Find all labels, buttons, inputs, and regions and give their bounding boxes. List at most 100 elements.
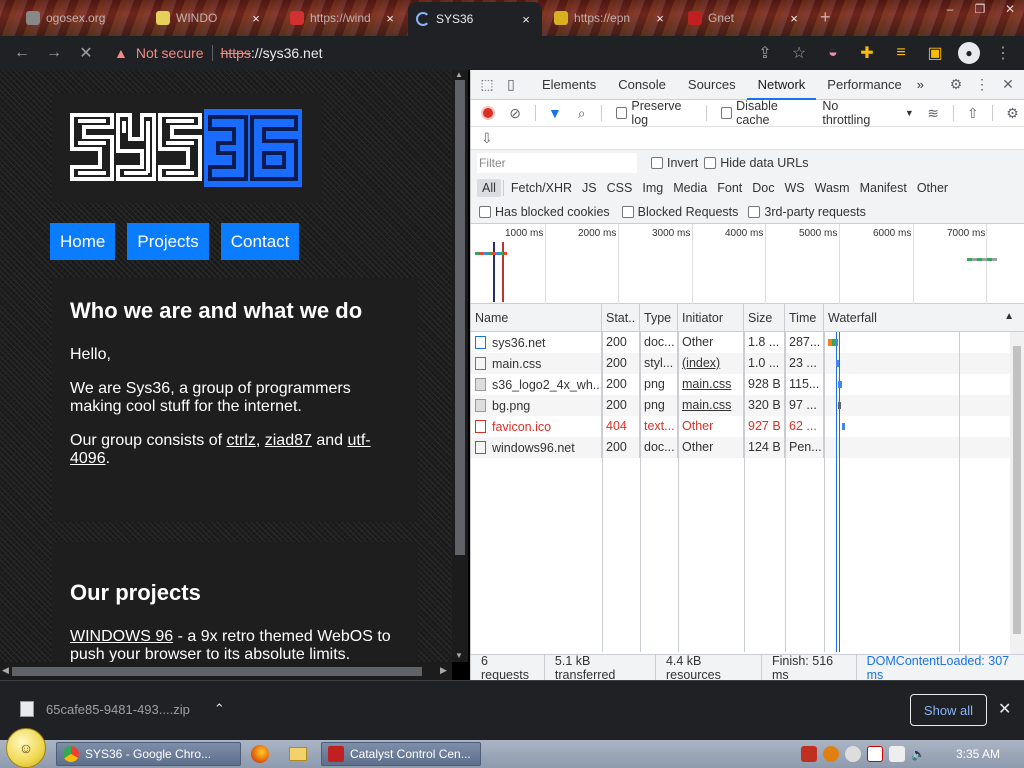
type-filter-ws[interactable]: WS [779, 179, 809, 197]
browser-menu-icon[interactable]: ⋮ [988, 39, 1018, 67]
cell-initiator-link[interactable]: (index) [678, 353, 744, 374]
member-link-ctrlz[interactable]: ctrlz [227, 432, 256, 449]
tray-search-icon[interactable] [823, 746, 840, 762]
settings-gear-icon[interactable]: ⚙ [944, 73, 968, 97]
filter-input[interactable]: Filter [477, 153, 637, 173]
type-filter-doc[interactable]: Doc [747, 179, 779, 197]
network-conditions-wifi-icon[interactable]: ≋ [922, 101, 945, 125]
tray-volume-icon[interactable]: 🔈 [911, 747, 926, 761]
tab-close-icon[interactable]: × [248, 11, 264, 26]
tab-close-icon[interactable]: × [382, 11, 398, 26]
page-vertical-scrollbar[interactable]: ▲ ▼ [452, 70, 468, 662]
project-link-windows96[interactable]: WINDOWS 96 [70, 628, 173, 645]
chevron-up-icon[interactable]: ⌃ [214, 701, 225, 717]
table-row[interactable]: sys36.net 200 doc... Other 1.8 ... 287..… [471, 332, 1024, 353]
bookmark-star-icon[interactable]: ☆ [784, 39, 814, 67]
browser-tab[interactable]: https://wind × [282, 4, 406, 32]
browser-tab[interactable]: ogosex.org [18, 4, 136, 32]
tray-network-icon[interactable] [889, 746, 906, 762]
nav-projects-button[interactable]: Projects [127, 223, 209, 260]
profile-avatar[interactable]: ● [954, 39, 984, 67]
new-tab-button[interactable]: + [820, 7, 831, 28]
column-header-size[interactable]: Size [744, 304, 785, 331]
table-row[interactable]: main.css 200 styl... (index) 1.0 ... 23 … [471, 353, 1024, 374]
taskbar-firefox[interactable] [241, 742, 279, 766]
media-control-icon[interactable]: ≡ [886, 39, 916, 67]
table-row[interactable]: bg.png 200 png main.css 320 B 97 ... [471, 395, 1024, 416]
hide-data-urls-checkbox[interactable]: Hide data URLs [704, 156, 809, 170]
devtools-tab-network[interactable]: Network [746, 70, 817, 100]
devtools-tab-console[interactable]: Console [607, 70, 677, 100]
devtools-tab-sources[interactable]: Sources [677, 70, 747, 100]
type-filter-font[interactable]: Font [712, 179, 747, 197]
table-row[interactable]: windows96.net 200 doc... Other 124 B Pen… [471, 437, 1024, 458]
scroll-up-icon[interactable]: ▲ [455, 70, 463, 79]
preserve-log-checkbox[interactable]: Preserve log [615, 99, 698, 127]
devtools-more-tabs-button[interactable]: » [913, 70, 928, 100]
column-header-initiator[interactable]: Initiator [678, 304, 744, 331]
cell-initiator-link[interactable]: main.css [678, 395, 744, 416]
window-close-icon[interactable]: ✕ [996, 0, 1024, 18]
browser-tab[interactable]: Gnet × [680, 4, 810, 32]
search-icon[interactable]: ⌕ [570, 101, 593, 125]
show-all-downloads-button[interactable]: Show all [910, 694, 987, 726]
extensions-puzzle-icon[interactable]: ✚ [852, 39, 882, 67]
cell-initiator-link[interactable]: main.css [678, 374, 744, 395]
devtools-tab-performance[interactable]: Performance [816, 70, 912, 100]
filter-funnel-icon[interactable]: ▼ [543, 101, 566, 125]
table-row[interactable]: s36_logo2_4x_wh... 200 png main.css 928 … [471, 374, 1024, 395]
export-har-download-icon[interactable]: ⇩ [481, 130, 493, 147]
tab-close-icon[interactable]: × [518, 12, 534, 27]
taskbar-item-catalyst[interactable]: Catalyst Control Cen... [321, 742, 481, 766]
url-text[interactable]: https://sys36.net [221, 45, 323, 61]
type-filter-img[interactable]: Img [637, 179, 668, 197]
type-filter-media[interactable]: Media [668, 179, 712, 197]
type-filter-other[interactable]: Other [912, 179, 953, 197]
not-secure-label[interactable]: Not secure [136, 45, 204, 61]
column-header-waterfall[interactable]: Waterfall ▲ [824, 304, 1024, 331]
clear-log-icon[interactable]: ⊘ [504, 101, 527, 125]
device-toolbar-icon[interactable]: ▯ [499, 73, 523, 97]
import-har-upload-icon[interactable]: ⇧ [961, 101, 984, 125]
nav-contact-button[interactable]: Contact [220, 223, 300, 260]
third-party-requests-checkbox[interactable]: 3rd-party requests [748, 205, 866, 219]
tab-close-icon[interactable]: × [652, 11, 668, 26]
has-blocked-cookies-checkbox[interactable]: Has blocked cookies [479, 205, 610, 219]
tray-flag-icon[interactable] [867, 746, 884, 762]
disable-cache-checkbox[interactable]: Disable cache [720, 99, 811, 127]
browser-tab[interactable]: WINDO × [148, 4, 272, 32]
scroll-left-icon[interactable]: ◀ [2, 665, 9, 676]
minimize-icon[interactable]: – [936, 0, 964, 18]
record-icon[interactable] [477, 101, 500, 125]
request-table-scroll-thumb[interactable] [1013, 346, 1021, 634]
scroll-right-icon[interactable]: ▶ [440, 665, 447, 676]
column-header-status[interactable]: Stat.. [602, 304, 640, 331]
back-arrow-icon[interactable]: ← [6, 39, 38, 67]
download-item[interactable]: 65cafe85-9481-493....zip ⌃ [20, 701, 225, 717]
devtools-menu-icon[interactable]: ⋮ [970, 73, 994, 97]
type-filter-js[interactable]: JS [577, 179, 602, 197]
nav-home-button[interactable]: Home [50, 223, 116, 260]
taskbar-explorer[interactable] [279, 742, 317, 766]
browser-tab[interactable]: https://epn × [546, 4, 676, 32]
type-filter-manifest[interactable]: Manifest [855, 179, 912, 197]
page-horizontal-scrollbar[interactable]: ◀ ▶ [0, 662, 452, 680]
devtools-tab-elements[interactable]: Elements [531, 70, 607, 100]
page-hscroll-thumb[interactable] [12, 667, 422, 676]
column-header-type[interactable]: Type [640, 304, 678, 331]
scroll-down-icon[interactable]: ▼ [455, 651, 463, 660]
page-scroll-thumb[interactable] [455, 80, 465, 555]
invert-checkbox[interactable]: Invert [651, 156, 698, 170]
side-panel-icon[interactable]: ▣ [920, 39, 950, 67]
tray-minus-icon[interactable] [845, 746, 862, 762]
type-filter-fetch-xhr[interactable]: Fetch/XHR [506, 179, 577, 197]
share-icon[interactable]: ⇪ [750, 39, 780, 67]
extension-flag-icon[interactable]: ◒ [818, 39, 848, 67]
column-header-time[interactable]: Time [785, 304, 824, 331]
tray-app-icon[interactable] [801, 746, 818, 762]
start-button[interactable]: ☺ [0, 728, 56, 768]
column-header-name[interactable]: Name [471, 304, 602, 331]
member-link-ziad87[interactable]: ziad87 [265, 432, 312, 449]
type-filter-wasm[interactable]: Wasm [810, 179, 855, 197]
address-bar[interactable]: ▲ Not secure https://sys36.net [106, 39, 826, 67]
